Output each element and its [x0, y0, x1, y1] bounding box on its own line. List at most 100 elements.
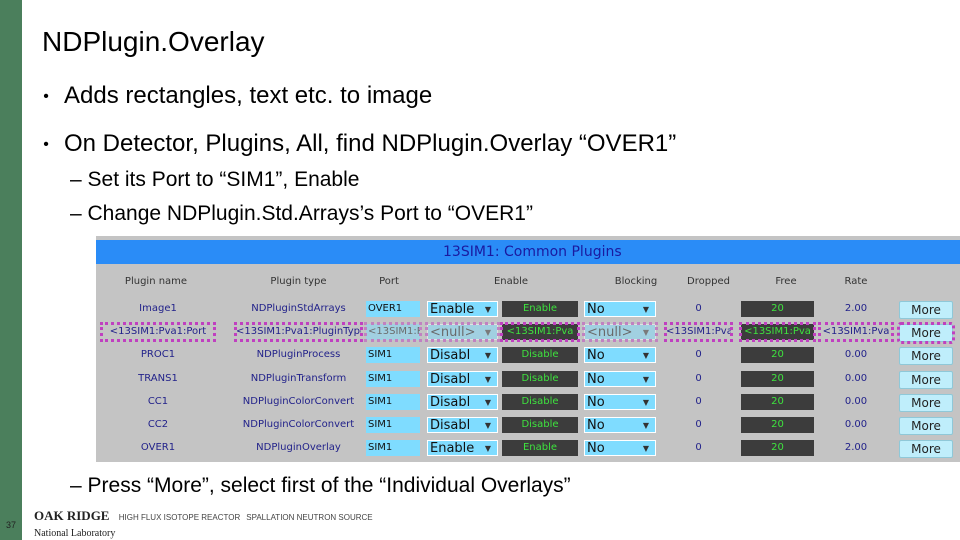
rate-cell: 0.00	[820, 394, 892, 410]
enable_rbv-text: Enable	[522, 303, 558, 314]
dropped-cell: 0	[666, 417, 731, 433]
enable_rbv-cell: Enable	[502, 301, 578, 317]
type-text: NDPluginOverlay	[256, 442, 341, 454]
free-cell: 20	[741, 370, 814, 387]
enable-dropdown[interactable]: Disabl ▼	[427, 393, 498, 410]
dropped-text: 0	[695, 349, 702, 361]
type-cell: NDPluginColorConvert	[236, 417, 361, 433]
more-button[interactable]: More	[899, 417, 953, 435]
more-button[interactable]: More	[899, 301, 953, 319]
free-cell: 20	[741, 301, 814, 317]
port-input[interactable]: SIM1	[366, 347, 420, 364]
blocking-dropdown[interactable]: No ▼	[584, 347, 656, 364]
more-button[interactable]: More	[899, 393, 953, 412]
more-button[interactable]: More	[899, 370, 953, 389]
free-text: 20	[771, 395, 784, 407]
name-cell: CC1	[102, 394, 214, 410]
name-text: PROC1	[140, 349, 176, 361]
enable-text: Enable	[430, 302, 475, 317]
chevron-down-icon: ▼	[642, 444, 649, 454]
free-cell: 20	[741, 393, 814, 410]
column-header: Free	[775, 276, 797, 287]
rate-text: 0.00	[844, 395, 868, 407]
name-cell: Image1	[102, 301, 214, 317]
chevron-down-icon: ▼	[484, 374, 491, 384]
chevron-down-icon: ▼	[484, 444, 491, 454]
enable_rbv-text: Disable	[521, 395, 559, 407]
blocking-dropdown[interactable]: No ▼	[584, 393, 656, 410]
sub-bullet: – Set its Port to “SIM1”, Enable	[70, 168, 360, 191]
free-cell: 20	[741, 417, 814, 433]
type-text: NDPluginStdArrays	[251, 303, 346, 314]
bullet: • Adds rectangles, text etc. to image	[43, 82, 433, 109]
enable_rbv-cell: Disable	[502, 417, 578, 433]
port-text: SIM1	[368, 419, 393, 430]
enable-text: Enable	[430, 441, 475, 457]
port-text: SIM1	[368, 372, 393, 384]
blocking-dropdown[interactable]: No ▼	[584, 301, 656, 317]
type-text: NDPluginColorConvert	[242, 395, 355, 407]
more-button[interactable]: More	[899, 347, 953, 366]
enable-dropdown[interactable]: Disabl ▼	[427, 417, 498, 433]
name-text: <13SIM1:Pva1:Port	[109, 326, 207, 338]
chevron-down-icon: ▼	[484, 328, 491, 338]
dropped-text: <13SIM1:Pva	[666, 326, 731, 338]
dropped-text: 0	[695, 303, 702, 314]
more-text: More	[911, 372, 941, 387]
port-input[interactable]: SIM1	[366, 393, 420, 410]
name-text: TRANS1	[138, 372, 178, 384]
port-text: SIM1	[368, 349, 393, 361]
port-text: SIM1	[368, 442, 393, 454]
blocking-text: No	[587, 418, 605, 433]
column-header: Port	[379, 276, 399, 287]
chevron-down-icon: ▼	[642, 374, 649, 384]
enable-dropdown[interactable]: <null> ▼	[425, 322, 500, 343]
dropped-cell: 0	[666, 301, 731, 317]
port-input[interactable]: SIM1	[366, 417, 420, 433]
blocking-text: No	[587, 348, 605, 364]
type-text: <13SIM1:Pva1:PluginType_R	[236, 326, 361, 338]
dropped-text: 0	[695, 372, 702, 384]
column-header: Plugin name	[124, 276, 188, 287]
port-input[interactable]: OVER1	[366, 301, 420, 317]
chevron-down-icon: ▼	[642, 421, 649, 430]
enable-dropdown[interactable]: Enable ▼	[427, 440, 498, 457]
more-button[interactable]: More	[899, 440, 953, 459]
type-cell: NDPluginOverlay	[236, 440, 361, 456]
blocking-text: No	[587, 441, 605, 457]
enable-text: Disabl	[430, 418, 471, 433]
port-input[interactable]: SIM1	[366, 440, 420, 457]
blocking-dropdown[interactable]: No ▼	[584, 440, 656, 457]
enable_rbv-cell: Disable	[502, 393, 578, 410]
blocking-dropdown[interactable]: No ▼	[584, 417, 656, 433]
type-text: NDPluginTransform	[250, 372, 347, 384]
page-number: 37	[5, 520, 16, 530]
more-button[interactable]: More	[897, 322, 955, 345]
blocking-dropdown[interactable]: No ▼	[584, 370, 656, 387]
name-text: OVER1	[140, 442, 176, 454]
enable_rbv-cell: <13SIM1:Pva	[500, 322, 580, 343]
enable-dropdown[interactable]: Enable ▼	[427, 301, 498, 317]
enable_rbv-cell: Disable	[502, 370, 578, 387]
blocking-text: No	[587, 302, 605, 317]
name-cell: <13SIM1:Pva1:Port	[100, 322, 216, 343]
chevron-down-icon: ▼	[484, 305, 491, 314]
column-header: Dropped	[687, 276, 730, 287]
enable-dropdown[interactable]: Disabl ▼	[427, 370, 498, 387]
name-cell: TRANS1	[102, 371, 214, 387]
more-text: More	[911, 395, 941, 410]
column-header: Rate	[844, 276, 868, 287]
enable-dropdown[interactable]: Disabl ▼	[427, 347, 498, 364]
enable-text: Disabl	[430, 394, 471, 410]
free-text: 20	[771, 303, 784, 314]
dropped-cell: 0	[666, 394, 731, 410]
port-text: <13SIM1:P	[368, 326, 420, 338]
chevron-down-icon: ▼	[642, 328, 649, 338]
port-input[interactable]: <13SIM1:P	[364, 322, 422, 343]
enable_rbv-text: <13SIM1:Pva	[506, 326, 574, 338]
enable-text: <null>	[430, 325, 476, 341]
blocking-dropdown[interactable]: <null> ▼	[582, 322, 658, 343]
port-input[interactable]: SIM1	[366, 370, 420, 387]
name-text: CC2	[147, 419, 169, 430]
oak-ridge-logo: OAK RIDGE HIGH FLUX ISOTOPE REACTOR SPALL…	[34, 508, 373, 539]
